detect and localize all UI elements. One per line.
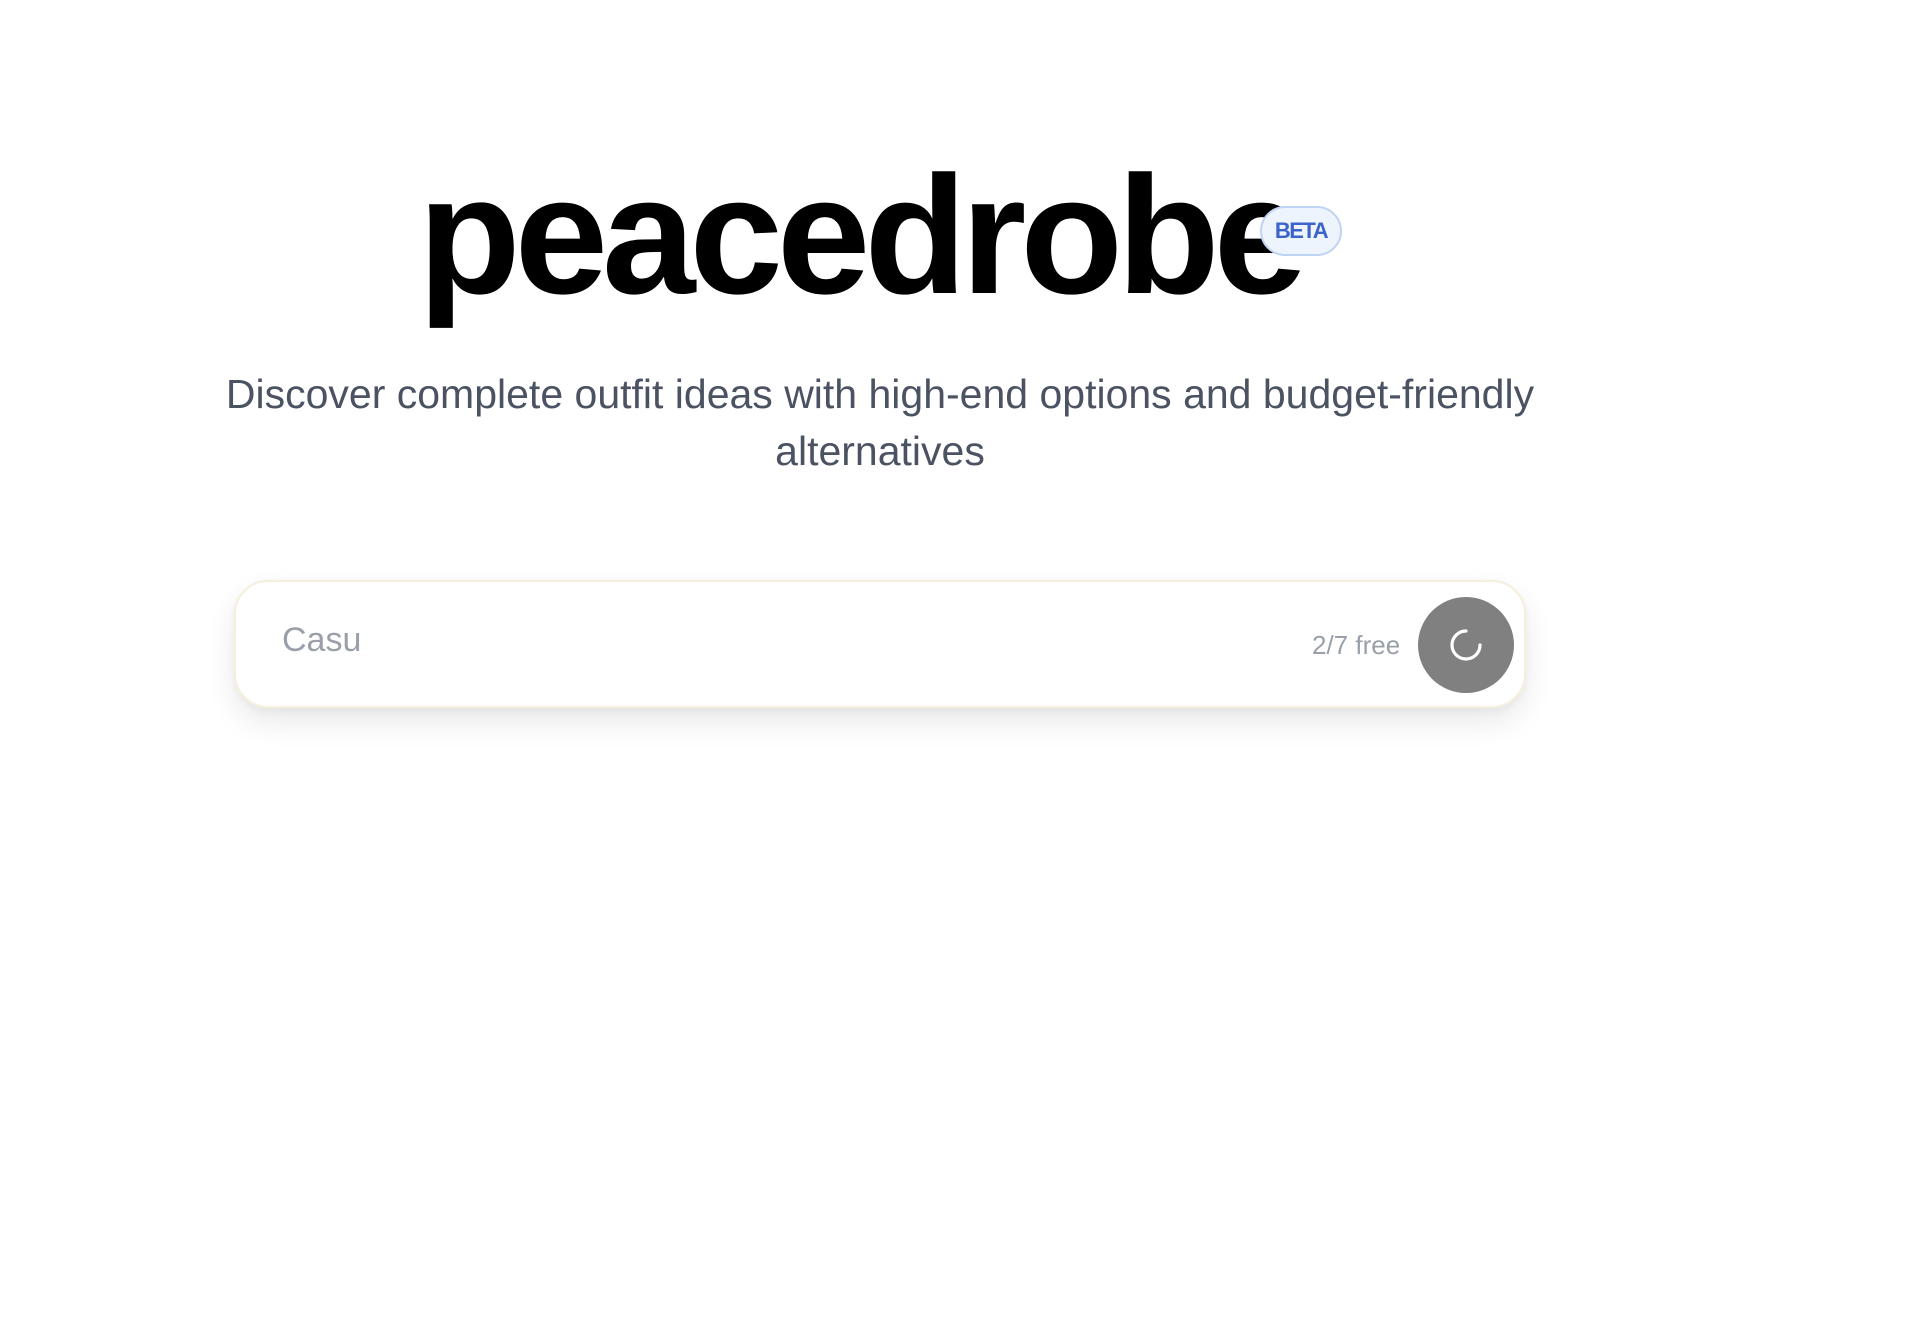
outfit-search-box: 2/7 free <box>234 580 1526 708</box>
submit-search-button[interactable] <box>1418 597 1514 693</box>
outfit-search-input[interactable] <box>282 610 1182 670</box>
brand-logo-title: peacedrobe <box>418 141 1307 329</box>
free-usage-counter: 2/7 free <box>1312 630 1401 660</box>
tagline: Discover complete outfit ideas with high… <box>225 371 1535 474</box>
spinner-icon <box>1450 629 1482 661</box>
beta-badge: BETA <box>1260 206 1342 256</box>
brand-header: peacedrobe BETA <box>0 150 1760 320</box>
